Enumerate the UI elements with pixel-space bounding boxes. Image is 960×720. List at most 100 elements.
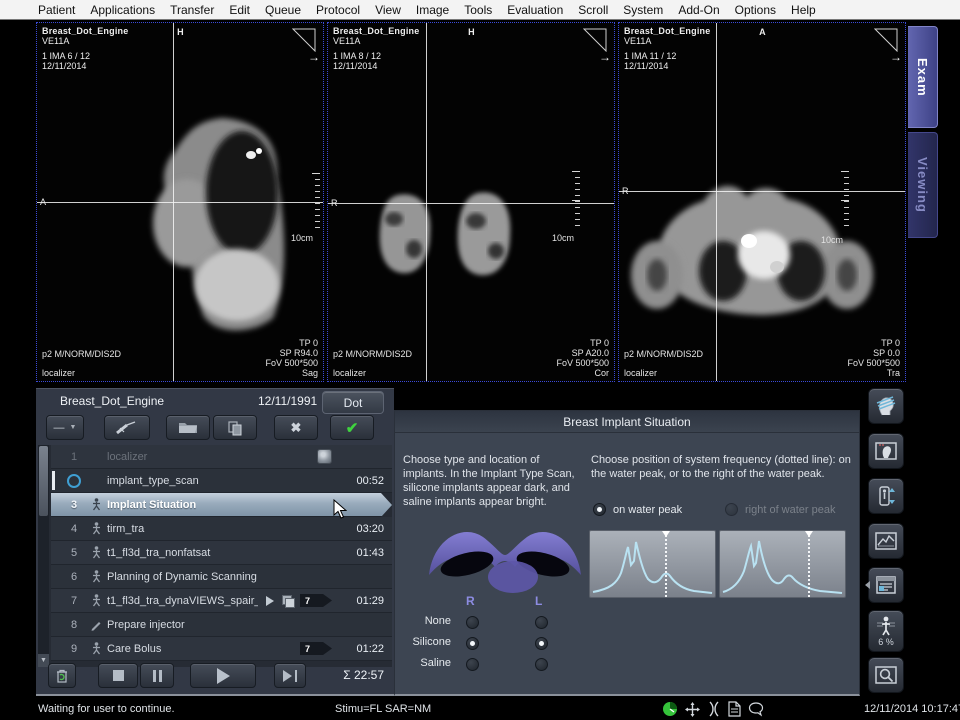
- scale-ruler: [841, 171, 849, 229]
- injector-button[interactable]: [104, 415, 150, 440]
- menu-options[interactable]: Options: [735, 3, 776, 17]
- confirm-button[interactable]: ✔: [330, 415, 374, 440]
- study-name: Breast_Dot_Engine: [624, 26, 710, 36]
- person-icon: [91, 642, 102, 655]
- image-params: p2 M/NORM/DIS2D: [42, 349, 121, 359]
- orientation-label-side: R: [331, 198, 338, 208]
- protocol-sheet-button[interactable]: [868, 567, 904, 603]
- reference-line-horizontal[interactable]: [619, 191, 905, 192]
- menu-evaluation[interactable]: Evaluation: [507, 3, 563, 17]
- rail-expand-arrow-icon[interactable]: [861, 581, 870, 589]
- queue-row-care-bolus[interactable]: 9 Care Bolus 7 01:22: [51, 637, 392, 661]
- stack-arrow-icon[interactable]: →: [599, 50, 611, 64]
- menu-help[interactable]: Help: [791, 3, 816, 17]
- reference-line-vertical[interactable]: [426, 23, 427, 381]
- scrollbar-thumb[interactable]: [39, 446, 48, 516]
- menu-protocol[interactable]: Protocol: [316, 3, 360, 17]
- stop-button[interactable]: [98, 663, 138, 688]
- stack-arrow-icon[interactable]: →: [890, 50, 902, 64]
- delete-button[interactable]: [48, 663, 76, 688]
- image-corner-icon[interactable]: [874, 28, 898, 52]
- inline-display-button[interactable]: [868, 657, 904, 693]
- menu-image[interactable]: Image: [416, 3, 449, 17]
- queue-row-implant-type-scan[interactable]: implant_type_scan 00:52: [51, 469, 392, 493]
- menu-system[interactable]: System: [623, 3, 663, 17]
- option-right-of-water-peak[interactable]: right of water peak: [725, 503, 836, 516]
- play-icon: [217, 668, 230, 684]
- scale-label: 10cm: [291, 233, 313, 243]
- image-text-footer-right: TP 0 SP 0.0 FoV 500*500 Tra: [847, 338, 900, 378]
- scale-label: 10cm: [552, 233, 574, 243]
- cancel-button[interactable]: ✖: [274, 415, 318, 440]
- menu-applications[interactable]: Applications: [90, 3, 155, 17]
- viewport-transversal[interactable]: Breast_Dot_Engine VE11A 1 IMA 11 / 12 12…: [618, 22, 906, 382]
- sar-monitor-button[interactable]: 6 %: [868, 610, 904, 652]
- play-button[interactable]: [190, 663, 256, 688]
- menu-edit[interactable]: Edit: [229, 3, 250, 17]
- radio-saline-left[interactable]: [535, 658, 548, 671]
- radio-none-right[interactable]: [466, 616, 479, 629]
- radio-right-of-water-peak[interactable]: [725, 503, 738, 516]
- viewport-sagittal[interactable]: Breast_Dot_Engine VE11A 1 IMA 6 / 12 12/…: [36, 22, 324, 382]
- queue-row-prepare-injector[interactable]: 8 Prepare injector: [51, 613, 392, 637]
- image-display-button[interactable]: [868, 433, 904, 469]
- radio-saline-right[interactable]: [466, 658, 479, 671]
- stack-arrow-icon[interactable]: →: [308, 50, 320, 64]
- frequency-spectrum-right-of-water-peak: [719, 530, 846, 598]
- step-number: 7: [63, 595, 85, 607]
- queue-row-nonfatsat[interactable]: 5 t1_fl3d_tra_nonfatsat 01:43: [51, 541, 392, 565]
- slice-positioning-button[interactable]: [868, 388, 904, 424]
- scale-ruler: [312, 173, 320, 231]
- orientation-label-top: A: [759, 27, 766, 37]
- play-icon[interactable]: [266, 596, 274, 606]
- menu-tools[interactable]: Tools: [464, 3, 492, 17]
- tp-value: TP 0: [556, 338, 609, 348]
- table-position-dropdown[interactable]: — ▼: [46, 415, 84, 440]
- step-name: localizer: [107, 451, 317, 463]
- menu-view[interactable]: View: [375, 3, 401, 17]
- menu-addon[interactable]: Add-On: [678, 3, 719, 17]
- reference-line-horizontal[interactable]: [37, 202, 323, 203]
- image-curve-button[interactable]: [868, 523, 904, 559]
- menu-transfer[interactable]: Transfer: [170, 3, 214, 17]
- option-on-water-peak[interactable]: on water peak: [593, 503, 682, 516]
- image-number: 1 IMA 11 / 12: [624, 51, 710, 61]
- queue-row-dynaviews[interactable]: 7 t1_fl3d_tra_dynaVIEWS_spair_1 7 01:29: [51, 589, 392, 613]
- image-corner-icon[interactable]: [292, 28, 316, 52]
- image-corner-icon[interactable]: [583, 28, 607, 52]
- pause-button[interactable]: [140, 663, 174, 688]
- dot-button[interactable]: Dot: [322, 391, 384, 414]
- menu-queue[interactable]: Queue: [265, 3, 301, 17]
- queue-row-tirm-tra[interactable]: 4 tirm_tra 03:20: [51, 517, 392, 541]
- image-text-header: Breast_Dot_Engine VE11A 1 IMA 11 / 12 12…: [624, 26, 710, 71]
- protocol-queue: ▼ 1 localizer implant_type_scan 00:52 3: [38, 445, 392, 667]
- queue-row-planning[interactable]: 6 Planning of Dynamic Scanning: [51, 565, 392, 589]
- orientation-label-top: H: [177, 27, 184, 37]
- queue-row-localizer[interactable]: 1 localizer: [51, 445, 392, 469]
- software-version: VE11A: [42, 36, 128, 46]
- tab-exam[interactable]: Exam: [908, 26, 938, 128]
- menu-scroll[interactable]: Scroll: [578, 3, 608, 17]
- patient-table-button[interactable]: [868, 478, 904, 514]
- reference-line-vertical[interactable]: [716, 23, 717, 381]
- radio-none-left[interactable]: [535, 616, 548, 629]
- viewport-coronal[interactable]: Breast_Dot_Engine VE11A 1 IMA 8 / 12 12/…: [327, 22, 615, 382]
- queue-scrollbar[interactable]: ▼: [38, 445, 49, 667]
- fov-value: FoV 500*500: [847, 358, 900, 368]
- status-bar: Waiting for user to continue. Stimu=FL S…: [0, 698, 960, 720]
- queue-row-implant-situation[interactable]: 3 Implant Situation: [51, 493, 392, 517]
- radio-on-water-peak[interactable]: [593, 503, 606, 516]
- open-folder-button[interactable]: [166, 415, 210, 440]
- study-name: Breast_Dot_Engine: [42, 26, 128, 36]
- menu-patient[interactable]: Patient: [38, 3, 75, 17]
- radio-silicone-right[interactable]: [466, 637, 479, 650]
- skip-to-end-button[interactable]: [274, 663, 306, 688]
- radio-silicone-left[interactable]: [535, 637, 548, 650]
- image-date: 12/11/2014: [333, 61, 419, 71]
- tab-viewing[interactable]: Viewing: [908, 132, 938, 238]
- step-icon-slot: [85, 522, 107, 535]
- image-text-footer-left: p2 M/NORM/DIS2D localizer: [624, 349, 703, 378]
- image-curve-icon: [874, 529, 898, 553]
- fov-value: FoV 500*500: [556, 358, 609, 368]
- copy-button[interactable]: [213, 415, 257, 440]
